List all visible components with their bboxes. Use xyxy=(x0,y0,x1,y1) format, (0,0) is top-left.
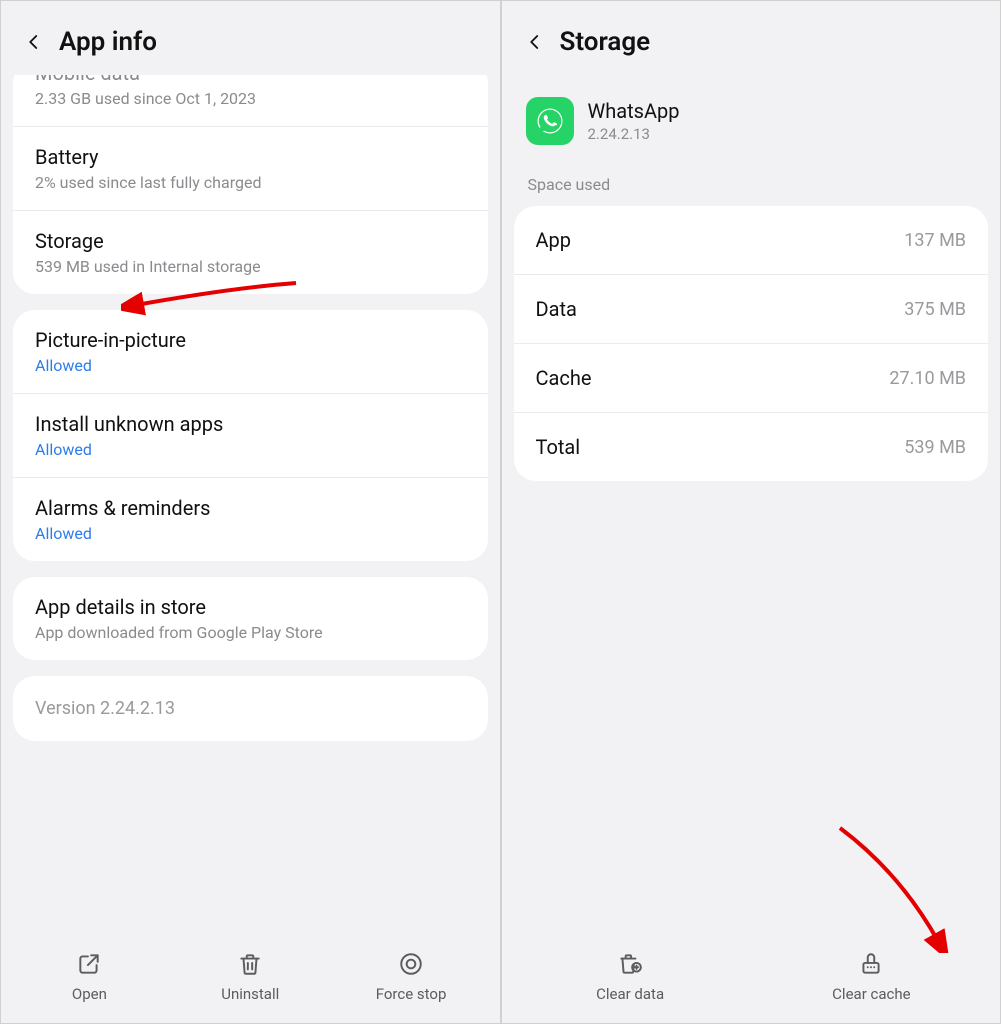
page-title: Storage xyxy=(560,27,651,57)
space-used-card: App 137 MB Data 375 MB Cache 27.10 MB To… xyxy=(514,206,989,481)
row-title: Alarms & reminders xyxy=(35,496,466,520)
force-stop-button[interactable]: Force stop xyxy=(331,951,492,1003)
row-title: App details in store xyxy=(35,595,466,619)
row-total-size: Total 539 MB xyxy=(514,413,989,481)
bottom-action-bar: Clear data Clear cache xyxy=(502,937,1001,1023)
uninstall-label: Uninstall xyxy=(221,985,279,1003)
kv-val: 27.10 MB xyxy=(889,368,966,389)
uninstall-button[interactable]: Uninstall xyxy=(170,951,331,1003)
row-title: Mobile data xyxy=(35,75,466,85)
page-title: App info xyxy=(59,27,157,57)
clear-data-icon xyxy=(617,951,643,977)
row-sub: 2% used since last fully charged xyxy=(35,173,466,192)
force-stop-label: Force stop xyxy=(376,985,447,1003)
back-icon[interactable] xyxy=(526,33,544,51)
row-picture-in-picture[interactable]: Picture-in-picture Allowed xyxy=(13,310,488,394)
row-storage[interactable]: Storage 539 MB used in Internal storage xyxy=(13,211,488,294)
row-sub: Allowed xyxy=(35,440,466,459)
header: Storage xyxy=(502,1,1001,75)
row-install-unknown-apps[interactable]: Install unknown apps Allowed xyxy=(13,394,488,478)
clear-cache-button[interactable]: Clear cache xyxy=(751,951,992,1003)
row-app-details-in-store[interactable]: App details in store App downloaded from… xyxy=(13,577,488,660)
bottom-action-bar: Open Uninstall Force stop xyxy=(1,937,500,1023)
header: App info xyxy=(1,1,500,75)
kv-key: Data xyxy=(536,297,577,321)
kv-val: 137 MB xyxy=(904,230,966,251)
store-card: App details in store App downloaded from… xyxy=(13,577,488,660)
open-label: Open xyxy=(72,985,107,1003)
whatsapp-icon xyxy=(526,97,574,145)
row-alarms-reminders[interactable]: Alarms & reminders Allowed xyxy=(13,478,488,561)
force-stop-icon xyxy=(398,951,424,977)
row-sub: Allowed xyxy=(35,524,466,543)
kv-val: 375 MB xyxy=(904,299,966,320)
usage-card: Mobile data 2.33 GB used since Oct 1, 20… xyxy=(13,75,488,294)
app-block: WhatsApp 2.24.2.13 xyxy=(502,75,1001,175)
row-title: Battery xyxy=(35,145,466,169)
kv-key: Total xyxy=(536,435,581,459)
app-meta: WhatsApp 2.24.2.13 xyxy=(588,99,680,143)
app-version: 2.24.2.13 xyxy=(588,125,680,143)
row-cache-size: Cache 27.10 MB xyxy=(514,344,989,413)
kv-val: 539 MB xyxy=(904,437,966,458)
clear-cache-icon xyxy=(858,951,884,977)
row-battery[interactable]: Battery 2% used since last fully charged xyxy=(13,127,488,211)
row-title: Picture-in-picture xyxy=(35,328,466,352)
kv-key: App xyxy=(536,228,572,252)
clear-data-label: Clear data xyxy=(596,985,664,1003)
open-icon xyxy=(76,951,102,977)
clear-cache-label: Clear cache xyxy=(832,985,910,1003)
row-title: Storage xyxy=(35,229,466,253)
content-area: Mobile data 2.33 GB used since Oct 1, 20… xyxy=(1,75,500,937)
row-mobile-data[interactable]: Mobile data 2.33 GB used since Oct 1, 20… xyxy=(13,75,488,127)
kv-key: Cache xyxy=(536,366,592,390)
row-sub: 2.33 GB used since Oct 1, 2023 xyxy=(35,89,466,108)
left-screen-app-info: App info Mobile data 2.33 GB used since … xyxy=(0,0,501,1024)
row-sub: Allowed xyxy=(35,356,466,375)
version-card: Version 2.24.2.13 xyxy=(13,676,488,741)
row-data-size: Data 375 MB xyxy=(514,275,989,344)
back-icon[interactable] xyxy=(25,33,43,51)
permissions-card: Picture-in-picture Allowed Install unkno… xyxy=(13,310,488,561)
version-text: Version 2.24.2.13 xyxy=(35,698,466,719)
trash-icon xyxy=(237,951,263,977)
row-sub: 539 MB used in Internal storage xyxy=(35,257,466,276)
clear-data-button[interactable]: Clear data xyxy=(510,951,751,1003)
right-screen-storage: Storage WhatsApp 2.24.2.13 Space used Ap… xyxy=(501,0,1001,1024)
row-app-size: App 137 MB xyxy=(514,206,989,275)
open-button[interactable]: Open xyxy=(9,951,170,1003)
row-sub: App downloaded from Google Play Store xyxy=(35,623,466,642)
section-label: Space used xyxy=(502,175,1001,206)
row-title: Install unknown apps xyxy=(35,412,466,436)
app-name: WhatsApp xyxy=(588,99,680,123)
